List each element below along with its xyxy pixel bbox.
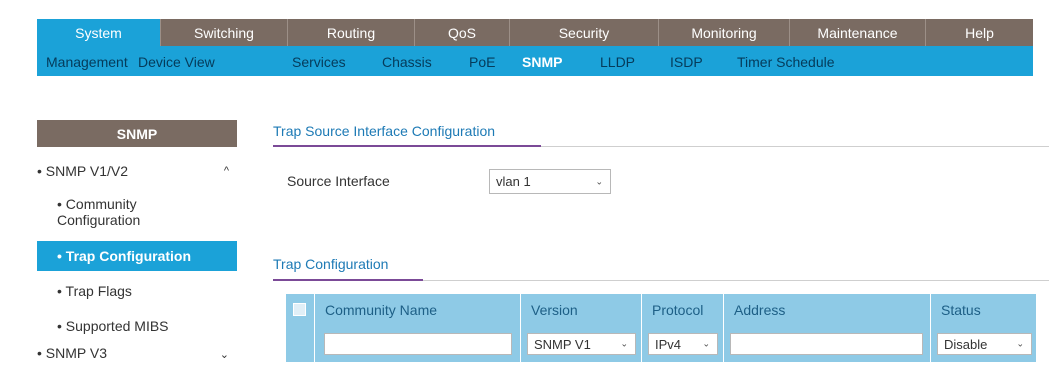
tab-switching[interactable]: Switching xyxy=(161,19,288,46)
tab-monitoring[interactable]: Monitoring xyxy=(659,19,790,46)
subnav-management[interactable]: Management xyxy=(46,54,128,70)
subnav-isdp[interactable]: ISDP xyxy=(670,54,703,70)
source-interface-value: vlan 1 xyxy=(496,174,531,189)
protocol-value: IPv4 xyxy=(655,336,682,352)
chevron-down-icon: ⌄ xyxy=(620,338,628,349)
subnav-snmp[interactable]: SNMP xyxy=(522,54,562,70)
section-accent xyxy=(273,145,541,147)
address-input[interactable] xyxy=(730,333,923,355)
chevron-down-icon: ⌄ xyxy=(702,338,710,349)
community-name-cell xyxy=(314,326,520,362)
source-interface-label: Source Interface xyxy=(287,173,390,189)
table-header: Community Name Version Protocol Address … xyxy=(286,294,1036,326)
table-row: SNMP V1 ⌄ IPv4 ⌄ Disable ⌄ xyxy=(286,326,1036,362)
sidebar-item-label: • SNMP V1/V2 xyxy=(37,163,129,179)
subnav-chassis[interactable]: Chassis xyxy=(382,54,432,70)
col-address: Address xyxy=(723,294,930,326)
subnav-lldp[interactable]: LLDP xyxy=(600,54,635,70)
section-accent xyxy=(273,279,423,281)
trap-config-title: Trap Configuration xyxy=(273,256,389,272)
subnav-timer-schedule[interactable]: Timer Schedule xyxy=(737,54,835,70)
col-protocol: Protocol xyxy=(641,294,723,326)
top-nav: System Switching Routing QoS Security Mo… xyxy=(37,19,1033,46)
subnav-poe[interactable]: PoE xyxy=(469,54,495,70)
sub-nav: Management Device View Services Chassis … xyxy=(37,46,1033,76)
col-community-name: Community Name xyxy=(314,294,520,326)
tab-maintenance[interactable]: Maintenance xyxy=(790,19,926,46)
subnav-device-view[interactable]: Device View xyxy=(138,54,215,70)
status-value: Disable xyxy=(944,336,988,352)
sidebar-header: SNMP xyxy=(37,120,237,147)
tab-routing[interactable]: Routing xyxy=(288,19,415,46)
sidebar-item-trap-flags[interactable]: • Trap Flags xyxy=(37,283,237,305)
sidebar-item-supported-mibs[interactable]: • Supported MIBS xyxy=(37,318,237,340)
tab-system[interactable]: System xyxy=(37,19,161,46)
status-cell: Disable ⌄ xyxy=(930,326,1036,362)
version-select[interactable]: SNMP V1 ⌄ xyxy=(527,333,636,355)
select-all-checkbox[interactable] xyxy=(293,303,306,316)
chevron-down-icon: ⌄ xyxy=(219,349,229,361)
chevron-up-icon: ^ xyxy=(223,165,229,177)
address-cell xyxy=(723,326,930,362)
version-value: SNMP V1 xyxy=(534,336,591,352)
sidebar-item-label: • SNMP V3 xyxy=(37,345,107,361)
tab-security[interactable]: Security xyxy=(510,19,659,46)
source-interface-select[interactable]: vlan 1 ⌄ xyxy=(489,169,611,194)
community-name-input[interactable] xyxy=(324,333,512,355)
col-version: Version xyxy=(520,294,641,326)
sidebar: SNMP • SNMP V1/V2 ^ • Community Configur… xyxy=(37,120,237,361)
status-select[interactable]: Disable ⌄ xyxy=(937,333,1032,355)
tab-qos[interactable]: QoS xyxy=(415,19,510,46)
tab-help[interactable]: Help xyxy=(926,19,1033,46)
sidebar-item-snmp-v3[interactable]: • SNMP V3 ⌄ xyxy=(37,345,237,367)
sidebar-item-snmp-v1v2[interactable]: • SNMP V1/V2 ^ xyxy=(37,163,237,187)
protocol-cell: IPv4 ⌄ xyxy=(641,326,723,362)
chevron-down-icon: ⌄ xyxy=(1016,338,1024,349)
col-status: Status xyxy=(930,294,1036,326)
trap-source-title: Trap Source Interface Configuration xyxy=(273,123,496,139)
chevron-down-icon: ⌄ xyxy=(595,176,603,186)
row-select-cell xyxy=(286,326,314,362)
sidebar-item-community-configuration[interactable]: • Community Configuration xyxy=(37,196,237,236)
protocol-select[interactable]: IPv4 ⌄ xyxy=(648,333,718,355)
version-cell: SNMP V1 ⌄ xyxy=(520,326,641,362)
subnav-services[interactable]: Services xyxy=(292,54,346,70)
header-select-cell xyxy=(286,294,314,326)
sidebar-item-trap-configuration[interactable]: • Trap Configuration xyxy=(37,241,237,271)
